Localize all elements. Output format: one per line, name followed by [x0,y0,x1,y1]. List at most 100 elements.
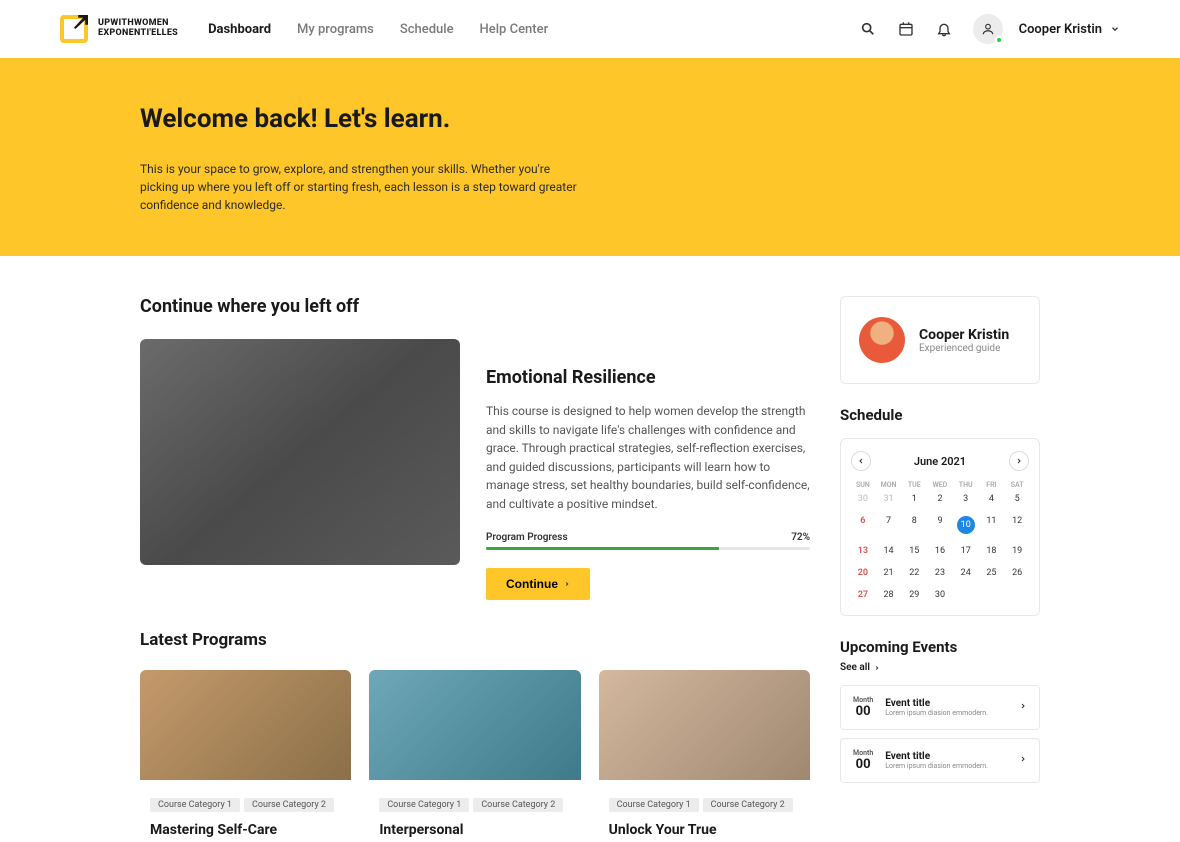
calendar-day[interactable]: 28 [877,585,901,605]
calendar-day[interactable]: 3 [954,489,978,509]
calendar-grid: 303112345 6789101112 13141516171819 2021… [851,489,1029,605]
progress-percent: 72% [791,532,810,543]
program-title: Mastering Self-Care [150,822,341,838]
header-icons: Cooper Kristin [859,14,1120,44]
progress-label: Program Progress [486,532,568,543]
calendar-day[interactable]: 19 [1005,541,1029,561]
calendar-day[interactable]: 4 [980,489,1004,509]
course-tag: Course Category 1 [609,798,699,812]
nav-schedule[interactable]: Schedule [400,22,454,37]
event-month: Month [853,696,873,704]
event-day: 00 [853,757,873,772]
calendar-day[interactable]: 18 [980,541,1004,561]
logo-icon [60,15,88,43]
continue-button-label: Continue [506,577,558,591]
calendar-day[interactable]: 13 [851,541,875,561]
calendar-day[interactable]: 22 [902,563,926,583]
header-avatar[interactable] [973,14,1003,44]
calendar-day[interactable]: 14 [877,541,901,561]
profile-avatar [859,317,905,363]
calendar-day[interactable]: 29 [902,585,926,605]
upcoming-events: Upcoming Events See all Month00 Event ti… [840,638,1040,783]
course-tag: Course Category 2 [244,798,334,812]
schedule-title: Schedule [840,406,1040,424]
event-day: 00 [853,704,873,719]
calendar-day[interactable]: 21 [877,563,901,583]
calendar-day[interactable]: 9 [928,511,952,539]
continue-section-title: Continue where you left off [140,296,810,317]
calendar-day[interactable]: 6 [851,511,875,539]
user-menu[interactable]: Cooper Kristin [1019,22,1120,37]
calendar-month: June 2021 [914,455,966,468]
calendar: June 2021 SUNMONTUEWEDTHUFRISAT 30311234… [840,438,1040,616]
calendar-day[interactable]: 15 [902,541,926,561]
profile-name: Cooper Kristin [919,327,1009,343]
course-tag: Course Category 1 [150,798,240,812]
calendar-prev[interactable] [851,451,871,471]
course-tag: Course Category 1 [379,798,469,812]
program-card[interactable]: Course Category 1Course Category 2 Unloc… [599,670,810,842]
calendar-day[interactable]: 1 [902,489,926,509]
events-title: Upcoming Events [840,638,1040,656]
profile-role: Experienced guide [919,343,1009,354]
main-nav: Dashboard My programs Schedule Help Cent… [208,22,548,37]
program-card[interactable]: Course Category 1 Course Category 2 Maste… [140,670,351,842]
calendar-day[interactable]: 27 [851,585,875,605]
see-all-label: See all [840,662,870,673]
nav-dashboard[interactable]: Dashboard [208,22,271,37]
calendar-day[interactable]: 7 [877,511,901,539]
calendar-day[interactable]: 30 [851,489,875,509]
nav-my-programs[interactable]: My programs [297,22,374,37]
user-name-label: Cooper Kristin [1019,22,1102,37]
event-item[interactable]: Month00 Event titleLorem ipsum diasion e… [840,738,1040,783]
hero-title: Welcome back! Let's learn. [140,104,1000,134]
calendar-day-selected[interactable]: 10 [954,511,978,539]
schedule-section: Schedule June 2021 SUNMONTUEWEDTHUFRISAT… [840,406,1040,616]
bell-icon[interactable] [935,20,953,38]
calendar-day[interactable]: 24 [954,563,978,583]
content-left: Continue where you left off Emotional Re… [140,296,810,842]
calendar-day[interactable]: 2 [928,489,952,509]
calendar-day[interactable]: 5 [1005,489,1029,509]
course-tag: Course Category 2 [473,798,563,812]
calendar-day[interactable]: 8 [902,511,926,539]
calendar-day[interactable]: 17 [954,541,978,561]
hero-subtitle: This is your space to grow, explore, and… [140,160,580,214]
calendar-day[interactable]: 20 [851,563,875,583]
program-card[interactable]: Course Category 1Course Category 2 Inter… [369,670,580,842]
calendar-day[interactable]: 25 [980,563,1004,583]
continue-course-title: Emotional Resilience [486,367,810,388]
program-image [140,670,351,780]
course-tag: Course Category 2 [703,798,793,812]
sidebar: Cooper Kristin Experienced guide Schedul… [840,296,1040,842]
latest-programs: Latest Programs Course Category 1Course … [140,630,810,842]
calendar-icon[interactable] [897,20,915,38]
chevron-right-icon [874,664,880,672]
continue-button[interactable]: Continue [486,568,590,600]
calendar-day[interactable]: 26 [1005,563,1029,583]
calendar-day[interactable]: 23 [928,563,952,583]
search-icon[interactable] [859,20,877,38]
brand-line2: EXPONENTI'ELLES [98,29,178,39]
progress-fill [486,547,719,550]
progress-bar [486,547,810,550]
calendar-day[interactable]: 31 [877,489,901,509]
chevron-right-icon [1019,701,1027,714]
calendar-day[interactable]: 16 [928,541,952,561]
calendar-day[interactable]: 12 [1005,511,1029,539]
calendar-day[interactable]: 30 [928,585,952,605]
latest-title: Latest Programs [140,630,810,650]
calendar-next[interactable] [1009,451,1029,471]
continue-course-desc: This course is designed to help women de… [486,402,810,514]
calendar-day[interactable]: 11 [980,511,1004,539]
program-image [369,670,580,780]
event-item[interactable]: Month00 Event titleLorem ipsum diasion e… [840,685,1040,730]
profile-box: Cooper Kristin Experienced guide [840,296,1040,384]
program-image [599,670,810,780]
continue-card: Emotional Resilience This course is desi… [140,339,810,600]
main-header: UPWITHWOMEN EXPONENTI'ELLES Dashboard My… [0,0,1180,58]
event-desc: Lorem ipsum diasion emmodern. [885,709,1007,717]
see-all-link[interactable]: See all [840,662,1040,673]
nav-help-center[interactable]: Help Center [480,22,549,37]
event-title: Event title [885,751,1007,762]
